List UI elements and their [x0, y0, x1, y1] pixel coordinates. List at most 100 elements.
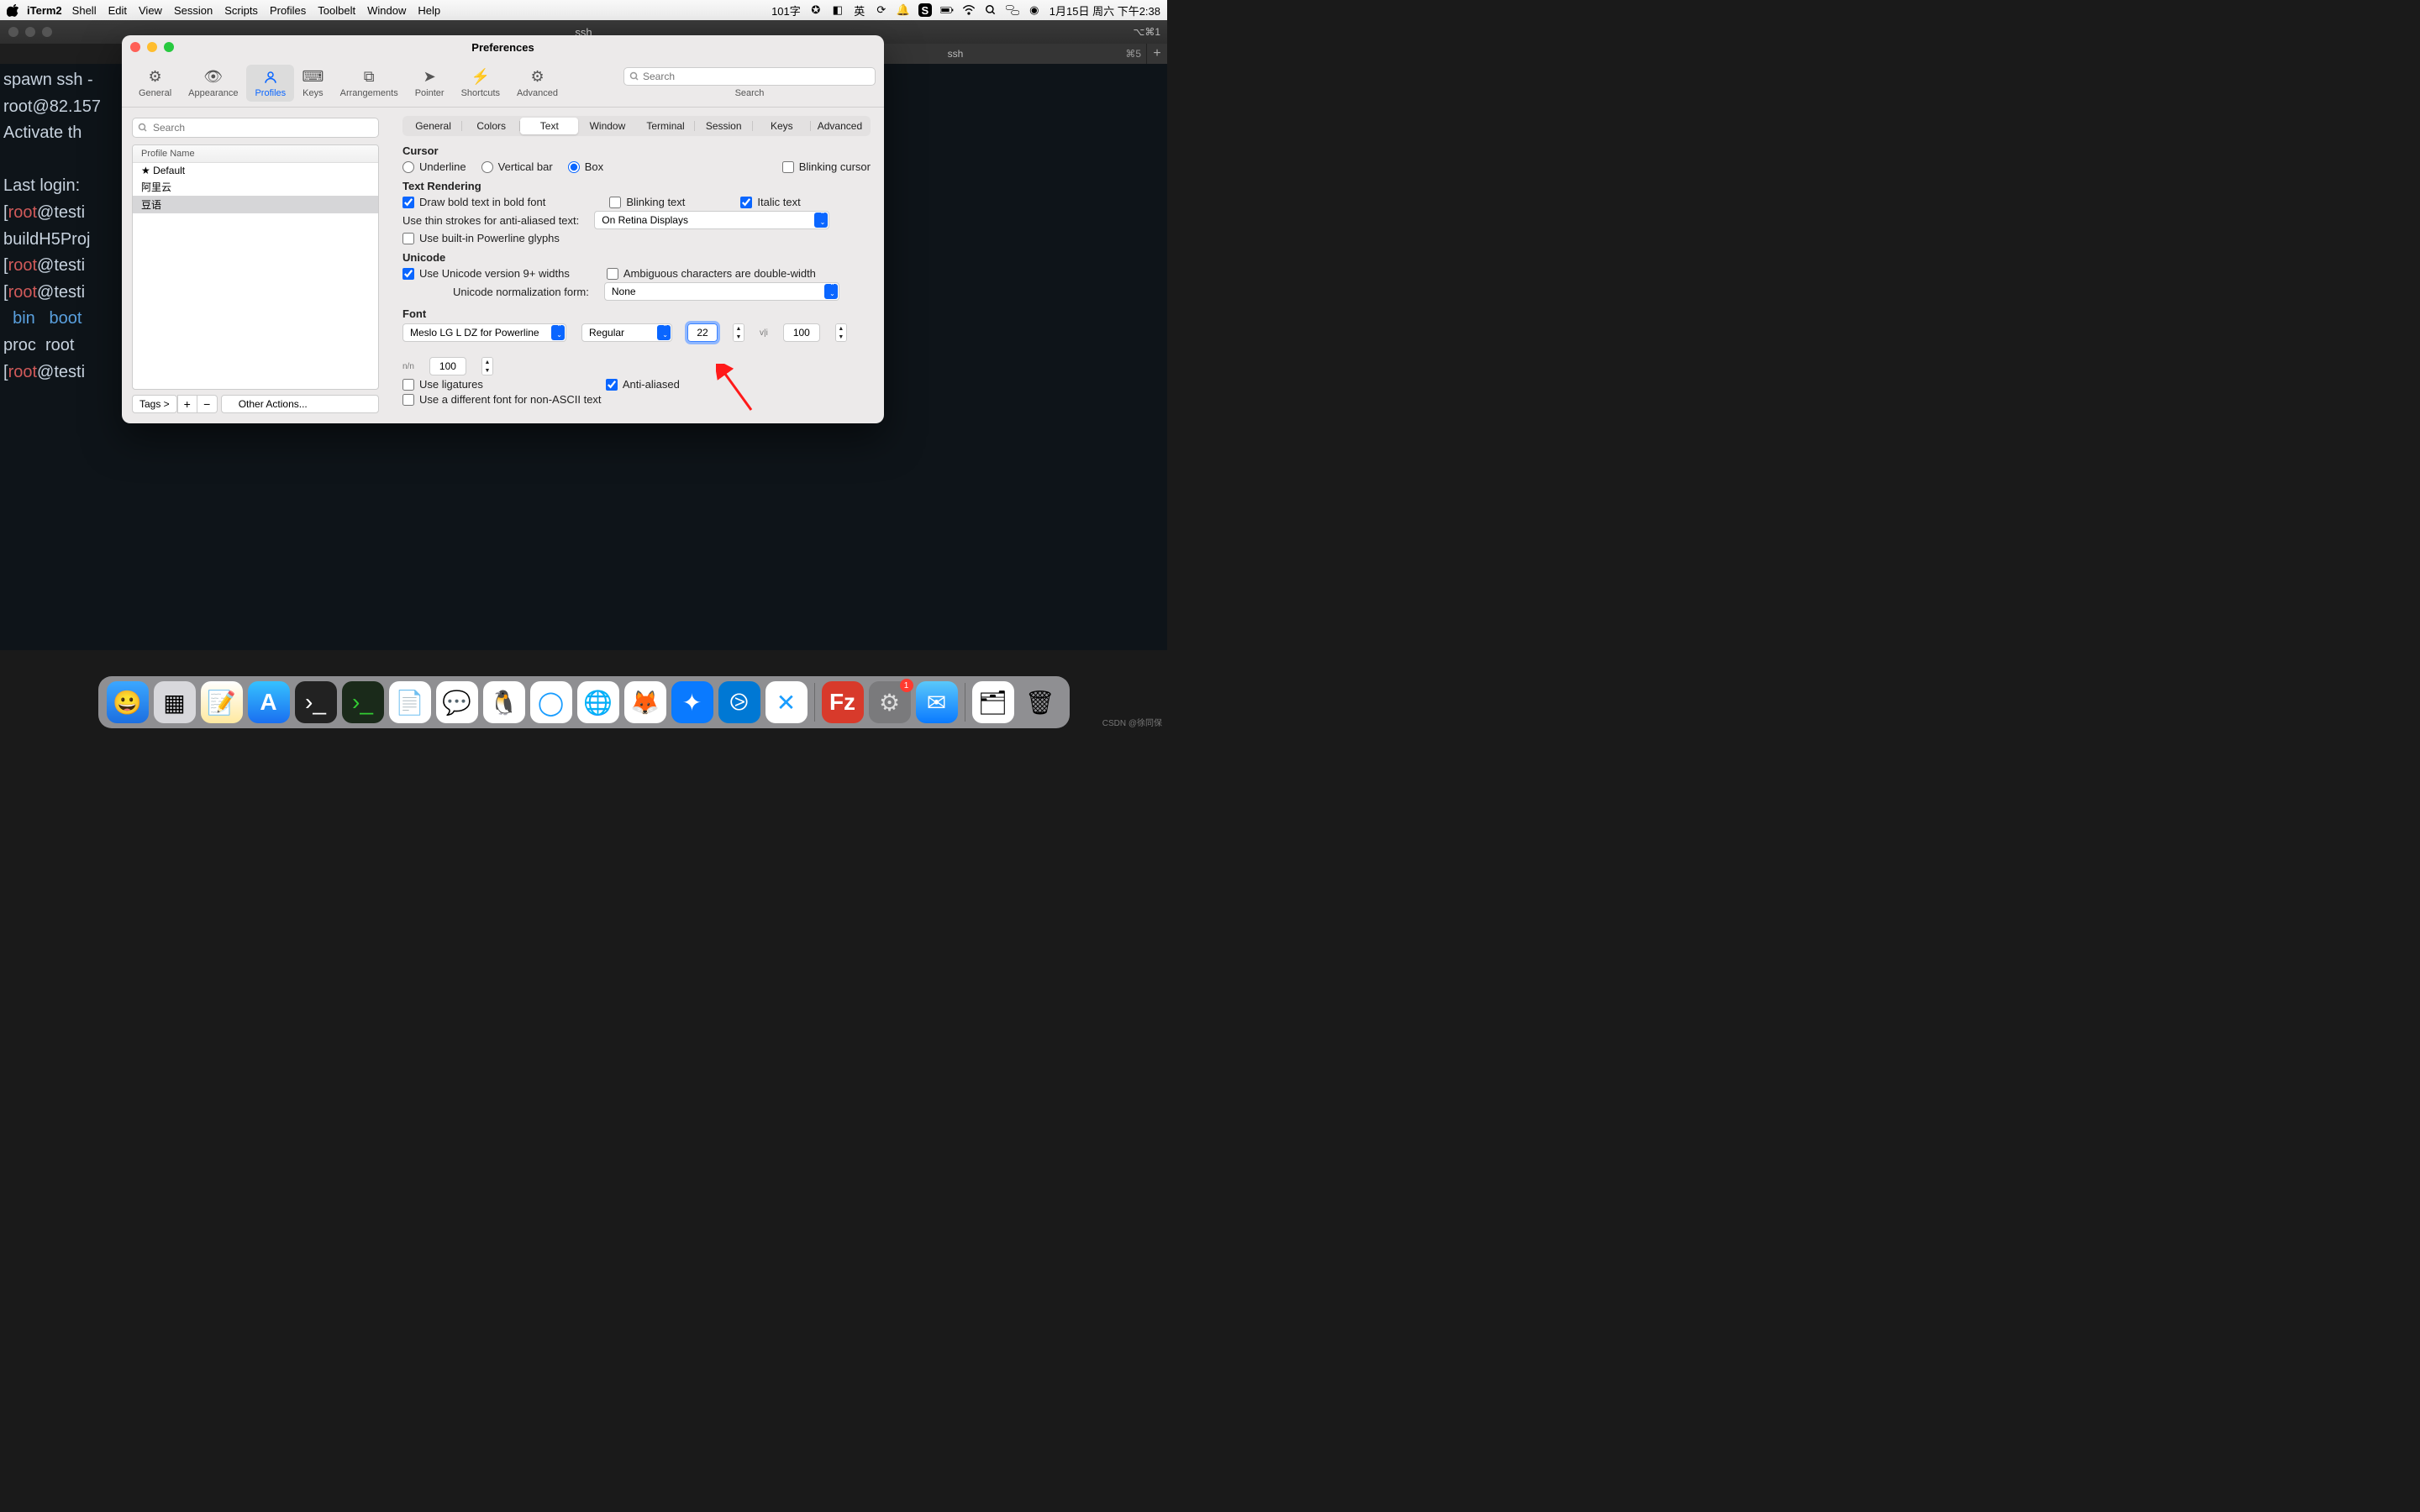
cursor-blinking[interactable]: Blinking cursor: [782, 160, 871, 173]
menu-toolbelt[interactable]: Toolbelt: [318, 4, 355, 17]
ambiguous-width-checkbox[interactable]: Ambiguous characters are double-width: [607, 267, 816, 280]
menu-edit[interactable]: Edit: [108, 4, 127, 17]
cursor-underline[interactable]: Underline: [402, 160, 466, 173]
dock-firefox[interactable]: 🦊: [624, 681, 666, 723]
subtab-general[interactable]: General: [404, 118, 462, 134]
menu-session[interactable]: Session: [174, 4, 213, 17]
dock-textedit[interactable]: 📄: [389, 681, 431, 723]
control-center-icon[interactable]: [1006, 3, 1019, 17]
tags-button[interactable]: Tags >: [132, 395, 177, 413]
dock-filezilla[interactable]: Fz: [822, 681, 864, 723]
status-icon-1[interactable]: ✪: [809, 3, 823, 17]
dock-terminal[interactable]: ›_: [295, 681, 337, 723]
tb-profiles[interactable]: Profiles: [246, 65, 294, 102]
nonascii-font-checkbox[interactable]: Use a different font for non-ASCII text: [402, 393, 602, 406]
font-size-input[interactable]: [687, 323, 718, 342]
tb-general[interactable]: ⚙General: [130, 65, 180, 102]
tb-arrangements[interactable]: ⧉Arrangements: [332, 65, 407, 102]
battery-icon[interactable]: [940, 3, 954, 17]
siri-icon[interactable]: ◉: [1028, 3, 1041, 17]
cursor-box[interactable]: Box: [568, 160, 603, 173]
prefs-traffic-lights[interactable]: [122, 42, 174, 52]
status-icon-ime[interactable]: 英: [853, 3, 866, 17]
menu-profiles[interactable]: Profiles: [270, 4, 306, 17]
menubar-clock[interactable]: 1月15日 周六 下午2:38: [1050, 3, 1160, 18]
cursor-vbar[interactable]: Vertical bar: [481, 160, 553, 173]
app-icon[interactable]: S: [918, 3, 932, 17]
dock-finder[interactable]: 😀: [107, 681, 149, 723]
toolbar-search-input[interactable]: [623, 67, 876, 86]
subtab-colors[interactable]: Colors: [462, 118, 520, 134]
dock-app-blue[interactable]: ✦: [671, 681, 713, 723]
dock-dingtalk[interactable]: ◯: [530, 681, 572, 723]
ligatures-checkbox[interactable]: Use ligatures: [402, 378, 483, 391]
wifi-icon[interactable]: [962, 3, 976, 17]
tb-keys[interactable]: ⌨Keys: [294, 65, 331, 102]
norm-select[interactable]: None: [604, 282, 839, 301]
tb-appearance[interactable]: 👁Appearance: [180, 65, 246, 102]
status-icon-2[interactable]: ◧: [831, 3, 844, 17]
font-size-stepper[interactable]: ▲▼: [733, 323, 744, 342]
dock-mail[interactable]: ✉: [916, 681, 958, 723]
other-actions-select[interactable]: Other Actions...: [221, 395, 379, 413]
vspace-input[interactable]: [429, 357, 466, 375]
profile-search-input[interactable]: [132, 118, 379, 138]
minimize-icon[interactable]: [147, 42, 157, 52]
hspace-stepper[interactable]: ▲▼: [835, 323, 847, 342]
dock-iterm[interactable]: ›_: [342, 681, 384, 723]
dock-notes[interactable]: 📝: [201, 681, 243, 723]
remove-profile-button[interactable]: −: [197, 395, 218, 413]
dock-app2[interactable]: ✕: [765, 681, 808, 723]
add-profile-button[interactable]: +: [177, 395, 197, 413]
dock-trash[interactable]: 🗑: [1019, 681, 1061, 723]
prefs-titlebar: Preferences: [122, 35, 884, 59]
close-icon[interactable]: [130, 42, 140, 52]
profile-item-aliyun[interactable]: 阿里云: [133, 178, 378, 196]
italic-text-checkbox[interactable]: Italic text: [740, 196, 800, 208]
vspace-stepper[interactable]: ▲▼: [481, 357, 493, 375]
dock-qq[interactable]: 🐧: [483, 681, 525, 723]
tb-shortcuts[interactable]: ⚡Shortcuts: [453, 65, 508, 102]
notification-icon[interactable]: 🔔: [897, 3, 910, 17]
thin-strokes-select[interactable]: On Retina Displays: [594, 211, 829, 229]
tab-add-button[interactable]: +: [1147, 44, 1167, 64]
dock-launchpad[interactable]: ▦: [154, 681, 196, 723]
font-weight-select[interactable]: Regular: [581, 323, 672, 342]
profile-item-default[interactable]: ★ Default: [133, 163, 378, 178]
profile-item-douyu[interactable]: 豆语: [133, 196, 378, 213]
antialiased-checkbox[interactable]: Anti-aliased: [606, 378, 680, 391]
dock-appstore[interactable]: A: [248, 681, 290, 723]
dock-settings[interactable]: ⚙1: [869, 681, 911, 723]
subtab-window[interactable]: Window: [578, 118, 636, 134]
dock-vscode[interactable]: ⧁: [718, 681, 760, 723]
menu-scripts[interactable]: Scripts: [224, 4, 258, 17]
subtab-advanced[interactable]: Advanced: [811, 118, 869, 134]
menu-help[interactable]: Help: [418, 4, 440, 17]
bold-font-checkbox[interactable]: Draw bold text in bold font: [402, 196, 545, 208]
dock-chrome[interactable]: 🌐: [577, 681, 619, 723]
chevron-down-icon[interactable]: ▼: [734, 333, 744, 341]
chevron-up-icon[interactable]: ▲: [734, 324, 744, 333]
tb-pointer[interactable]: ➤Pointer: [407, 65, 453, 102]
window-traffic-lights[interactable]: [0, 27, 52, 37]
dock-wechat[interactable]: 💬: [436, 681, 478, 723]
font-family-select[interactable]: Meslo LG L DZ for Powerline: [402, 323, 566, 342]
subtab-keys[interactable]: Keys: [753, 118, 811, 134]
subtab-session[interactable]: Session: [695, 118, 753, 134]
unicode-v9-checkbox[interactable]: Use Unicode version 9+ widths: [402, 267, 570, 280]
tb-advanced[interactable]: ⚙Advanced: [508, 65, 566, 102]
menu-window[interactable]: Window: [367, 4, 406, 17]
hspace-input[interactable]: [783, 323, 820, 342]
ime-status[interactable]: 101字: [771, 3, 801, 18]
status-icon-sync[interactable]: ⟳: [875, 3, 888, 17]
spotlight-icon[interactable]: [984, 3, 997, 17]
menu-view[interactable]: View: [139, 4, 162, 17]
dock-folder[interactable]: 🗂: [972, 681, 1014, 723]
menu-shell[interactable]: Shell: [72, 4, 97, 17]
subtab-text[interactable]: Text: [520, 118, 578, 134]
powerline-checkbox[interactable]: Use built-in Powerline glyphs: [402, 232, 560, 244]
menubar-app-name[interactable]: iTerm2: [27, 4, 62, 17]
maximize-icon[interactable]: [164, 42, 174, 52]
blinking-text-checkbox[interactable]: Blinking text: [609, 196, 685, 208]
subtab-terminal[interactable]: Terminal: [637, 118, 695, 134]
